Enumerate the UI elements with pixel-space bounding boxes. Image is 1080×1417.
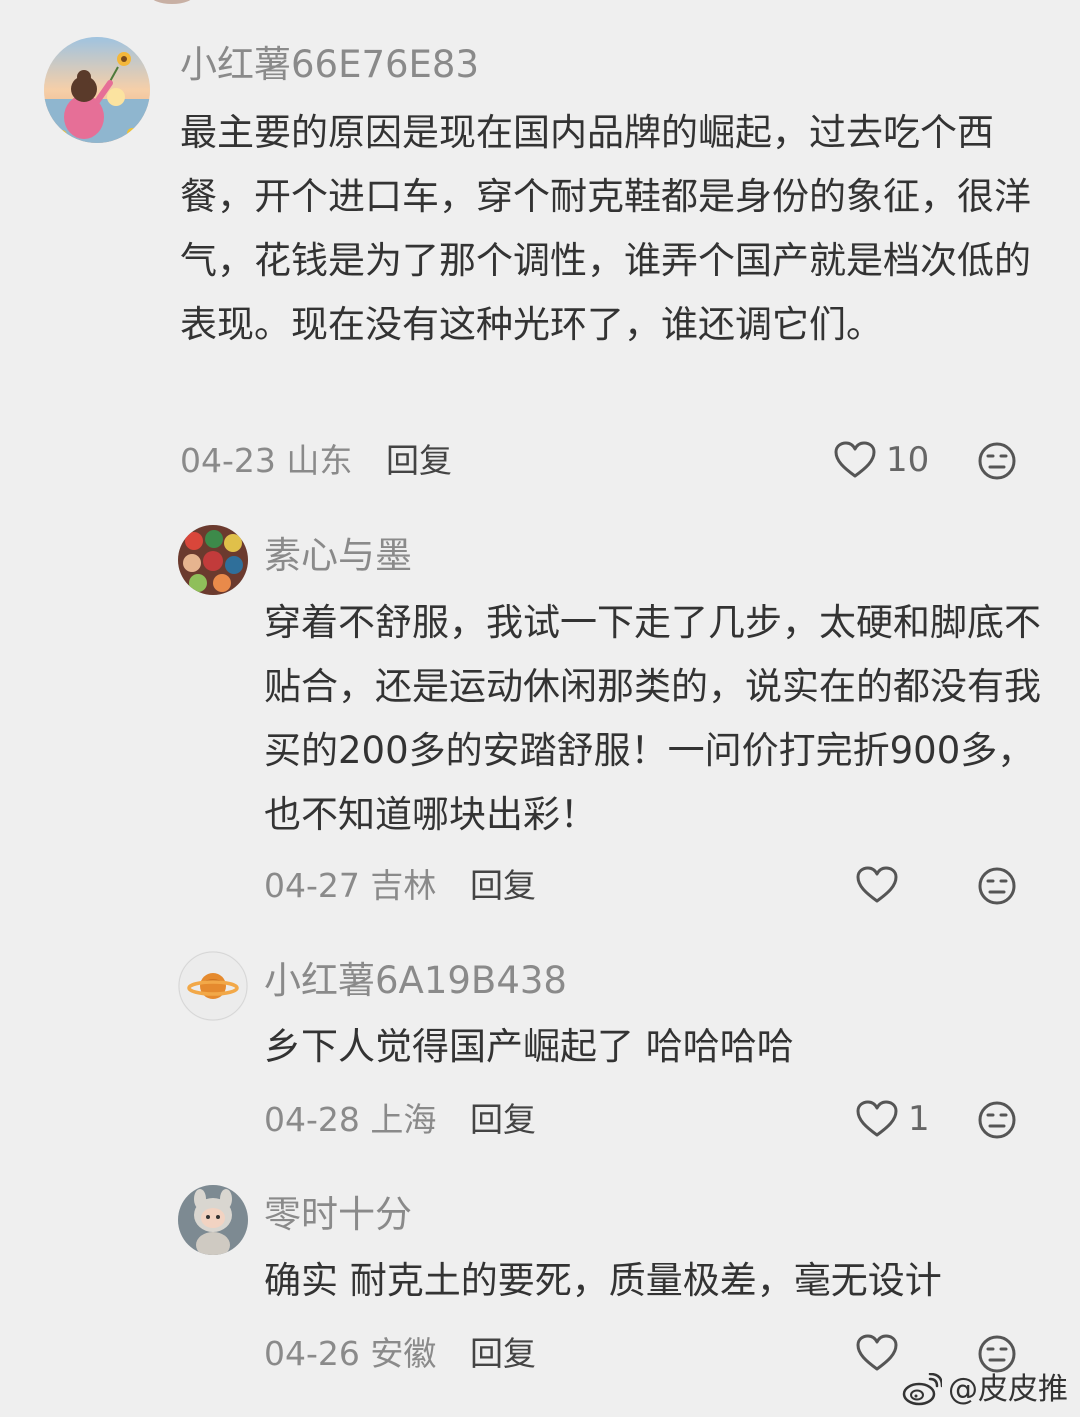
planet-avatar-icon [178, 951, 248, 1021]
date-location: 04-26 安徽 [264, 1334, 437, 1373]
username[interactable]: 零时十分 [264, 1196, 412, 1233]
reply-button[interactable]: 回复 [470, 1103, 536, 1136]
dolls-collage-avatar-icon [178, 525, 248, 595]
dislike-button[interactable] [977, 441, 1017, 485]
watermark-text: @皮皮推 [948, 1372, 1068, 1407]
like-button[interactable] [856, 866, 908, 904]
girl-sunflower-avatar-icon [44, 37, 150, 143]
date-location: 04-23 山东 [180, 441, 353, 480]
dislike-face-icon [978, 1335, 1016, 1373]
heart-icon [834, 441, 876, 478]
like-count: 10 [886, 440, 930, 480]
comment-text: 确实 耐克土的要死，质量极差，毫无设计 [264, 1259, 942, 1302]
like-count: 1 [908, 1099, 930, 1139]
avatar[interactable] [178, 951, 248, 1021]
heart-icon [856, 866, 898, 903]
previous-avatar-edge [150, 0, 194, 4]
reply-button[interactable]: 回复 [386, 444, 452, 477]
date-location: 04-27 吉林 [264, 866, 437, 905]
heart-icon [856, 1100, 898, 1137]
weibo-icon [902, 1373, 942, 1406]
heart-icon [856, 1334, 898, 1371]
comment-text: 乡下人觉得国产崛起了 哈哈哈哈 [264, 1025, 794, 1068]
reply-button[interactable]: 回复 [470, 1337, 536, 1370]
avatar[interactable] [44, 37, 150, 143]
toy-figure-avatar-icon [178, 1185, 248, 1255]
like-button[interactable]: 10 [834, 441, 929, 479]
comment-text: 最主要的原因是现在国内品牌的崛起，过去吃个西餐，开个进口车，穿个耐克鞋都是身份的… [180, 111, 1031, 346]
like-button[interactable]: 1 [856, 1100, 930, 1138]
date-location: 04-28 上海 [264, 1100, 437, 1139]
comment-text: 穿着不舒服，我试一下走了几步，太硬和脚底不贴合，还是运动休闲那类的，说实在的都没… [264, 601, 1041, 836]
username[interactable]: 小红薯6A19B438 [264, 962, 567, 999]
avatar[interactable] [178, 1185, 248, 1255]
username[interactable]: 小红薯66E76E83 [180, 46, 479, 83]
dislike-face-icon [978, 442, 1016, 480]
reply-button[interactable]: 回复 [470, 869, 536, 902]
like-button[interactable] [856, 1334, 908, 1372]
username[interactable]: 素心与墨 [264, 537, 412, 574]
dislike-button[interactable] [977, 866, 1017, 910]
dislike-face-icon [978, 1101, 1016, 1139]
dislike-button[interactable] [977, 1100, 1017, 1144]
dislike-face-icon [978, 867, 1016, 905]
comment-page: { "comments": [ { "username": "小红薯66E76E… [0, 0, 1080, 1417]
watermark: @皮皮推 [902, 1373, 1068, 1407]
avatar[interactable] [178, 525, 248, 595]
